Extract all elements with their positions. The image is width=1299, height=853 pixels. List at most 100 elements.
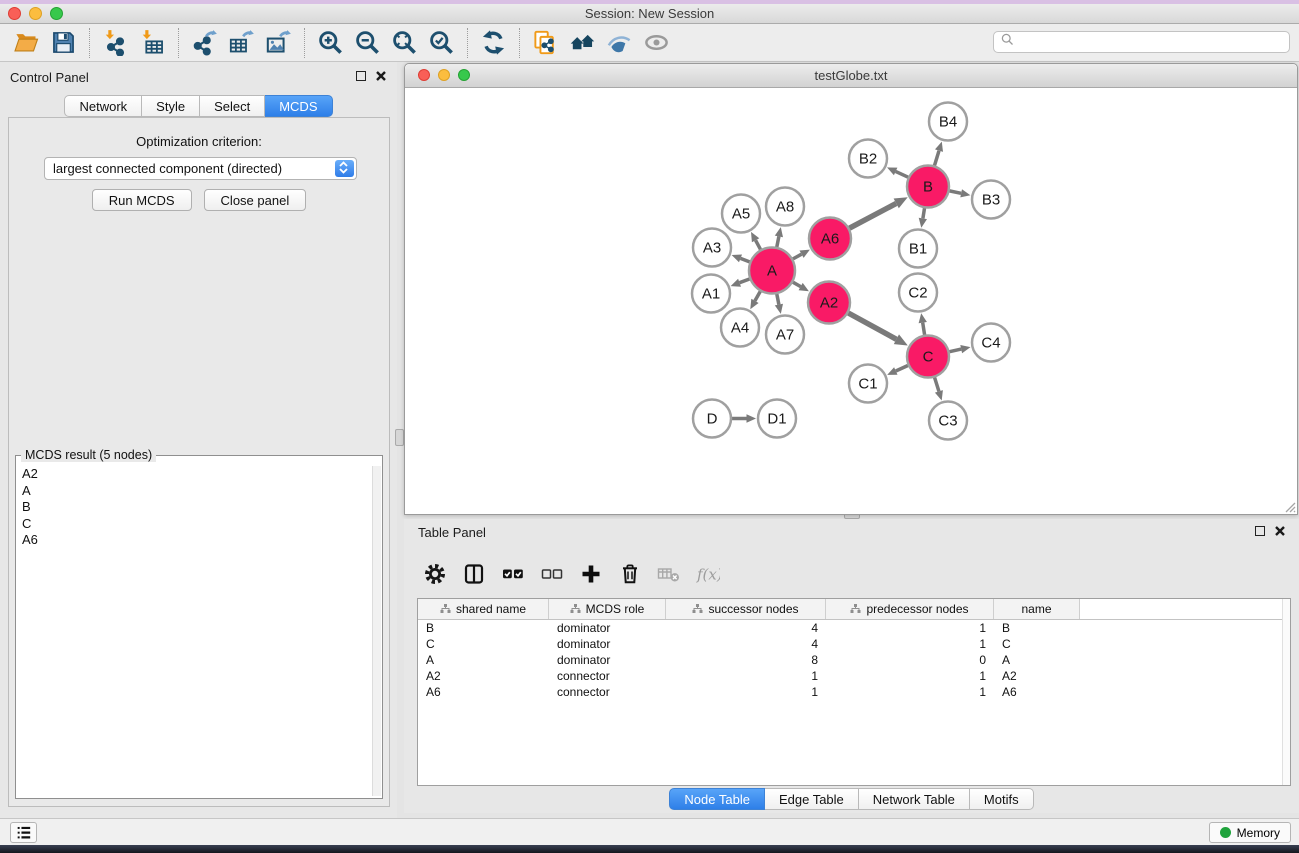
save-session-button[interactable]	[45, 27, 82, 59]
result-item[interactable]: A	[18, 483, 370, 500]
eye-button[interactable]	[638, 27, 675, 59]
criterion-dropdown[interactable]: largest connected component (directed)	[44, 157, 357, 180]
graph-edge[interactable]	[740, 279, 750, 283]
graph-node-D[interactable]: D	[693, 400, 731, 438]
graph-node-A2[interactable]: A2	[808, 282, 850, 324]
import-table-button[interactable]	[134, 27, 171, 59]
checked-boxes-button[interactable]	[500, 561, 526, 587]
column-header[interactable]: MCDS role	[549, 599, 666, 619]
graph-node-C3[interactable]: C3	[929, 402, 967, 440]
minimize-window-button[interactable]	[29, 7, 42, 20]
result-item[interactable]: A6	[18, 532, 370, 549]
result-item[interactable]: A2	[18, 466, 370, 483]
graph-edge[interactable]	[935, 151, 940, 166]
graph-node-A3[interactable]: A3	[693, 229, 731, 267]
tab-edge-table[interactable]: Edge Table	[765, 788, 859, 810]
graph-edge[interactable]	[793, 254, 802, 259]
graph-node-A5[interactable]: A5	[722, 195, 760, 233]
unchecked-boxes-button[interactable]	[539, 561, 565, 587]
close-window-button[interactable]	[8, 7, 21, 20]
graph-edge[interactable]	[896, 366, 908, 372]
table-row[interactable]: A2connector11A2	[418, 668, 1290, 684]
tab-node-table[interactable]: Node Table	[669, 788, 765, 810]
tab-network-table[interactable]: Network Table	[859, 788, 970, 810]
zoom-window-button[interactable]	[50, 7, 63, 20]
column-header[interactable]: predecessor nodes	[826, 599, 994, 619]
graph-edge[interactable]	[756, 240, 761, 249]
column-header[interactable]: shared name	[418, 599, 549, 619]
eye-paint-button[interactable]	[601, 27, 638, 59]
graph-edge[interactable]	[793, 282, 801, 286]
tab-style[interactable]: Style	[142, 95, 200, 117]
graph-node-C1[interactable]: C1	[849, 365, 887, 403]
gear-button[interactable]	[422, 561, 448, 587]
graph-edge[interactable]	[923, 323, 925, 335]
resize-grip-icon[interactable]	[1283, 500, 1296, 513]
trash-button[interactable]	[617, 561, 643, 587]
graph-node-B[interactable]: B	[907, 166, 949, 208]
graph-node-B2[interactable]: B2	[849, 140, 887, 178]
result-scrollbar[interactable]	[372, 466, 381, 796]
graph-edge[interactable]	[849, 203, 896, 228]
float-panel-icon[interactable]	[356, 71, 366, 81]
minimize-network-window-button[interactable]	[438, 69, 450, 81]
houses-button[interactable]	[564, 27, 601, 59]
import-network-button[interactable]	[97, 27, 134, 59]
column-header[interactable]: name	[994, 599, 1080, 619]
zoom-out-button[interactable]	[349, 27, 386, 59]
graph-edge[interactable]	[896, 171, 909, 177]
graph-node-B3[interactable]: B3	[972, 181, 1010, 219]
close-panel-button[interactable]: Close panel	[204, 189, 307, 211]
table-row[interactable]: Bdominator41B	[418, 620, 1290, 636]
open-session-button[interactable]	[8, 27, 45, 59]
table-scrollbar[interactable]	[1282, 599, 1290, 785]
graph-edge[interactable]	[950, 349, 962, 352]
copy-network-button[interactable]	[527, 27, 564, 59]
table-row[interactable]: Cdominator41C	[418, 636, 1290, 652]
export-network-button[interactable]	[186, 27, 223, 59]
zoom-network-window-button[interactable]	[458, 69, 470, 81]
table-row[interactable]: A6connector11A6	[418, 684, 1290, 700]
tab-network[interactable]: Network	[64, 95, 142, 117]
close-network-window-button[interactable]	[418, 69, 430, 81]
graph-node-A4[interactable]: A4	[721, 309, 759, 347]
app-titlebar[interactable]: Session: New Session	[0, 4, 1299, 24]
graph-edge[interactable]	[935, 378, 939, 392]
network-canvas[interactable]: AA1A2A3A4A5A6A7A8BB1B2B3B4CC1C2C3C4DD1	[405, 88, 1297, 514]
tab-motifs[interactable]: Motifs	[970, 788, 1034, 810]
graph-node-C[interactable]: C	[907, 336, 949, 378]
graph-node-A6[interactable]: A6	[809, 218, 851, 260]
close-table-panel-icon[interactable]	[1274, 525, 1286, 537]
tab-mcds[interactable]: MCDS	[265, 95, 332, 117]
graph-node-C4[interactable]: C4	[972, 324, 1010, 362]
float-table-panel-icon[interactable]	[1255, 526, 1265, 536]
zoom-in-button[interactable]	[312, 27, 349, 59]
graph-node-A8[interactable]: A8	[766, 188, 804, 226]
graph-node-B4[interactable]: B4	[929, 103, 967, 141]
network-window-titlebar[interactable]: testGlobe.txt	[405, 64, 1297, 88]
graph-edge[interactable]	[777, 294, 779, 305]
graph-node-A7[interactable]: A7	[766, 316, 804, 354]
run-mcds-button[interactable]: Run MCDS	[92, 189, 192, 211]
zoom-fit-button[interactable]	[386, 27, 423, 59]
result-item[interactable]: C	[18, 516, 370, 533]
plus-button[interactable]	[578, 561, 604, 587]
export-image-button[interactable]	[260, 27, 297, 59]
graph-edge[interactable]	[848, 313, 896, 339]
result-item[interactable]: B	[18, 499, 370, 516]
network-graph[interactable]: AA1A2A3A4A5A6A7A8BB1B2B3B4CC1C2C3C4DD1	[405, 88, 1297, 514]
memory-button[interactable]: Memory	[1209, 822, 1291, 843]
task-history-button[interactable]	[10, 822, 37, 843]
graph-edge[interactable]	[923, 208, 925, 218]
graph-edge[interactable]	[755, 291, 760, 301]
export-table-button[interactable]	[223, 27, 260, 59]
graph-edge[interactable]	[777, 236, 779, 247]
graph-node-A[interactable]: A	[749, 248, 795, 294]
graph-node-C2[interactable]: C2	[899, 274, 937, 312]
graph-node-B1[interactable]: B1	[899, 230, 937, 268]
close-panel-icon[interactable]	[375, 70, 387, 82]
graph-edge[interactable]	[950, 191, 962, 193]
refresh-button[interactable]	[475, 27, 512, 59]
zoom-selected-button[interactable]	[423, 27, 460, 59]
graph-edge[interactable]	[741, 258, 750, 262]
